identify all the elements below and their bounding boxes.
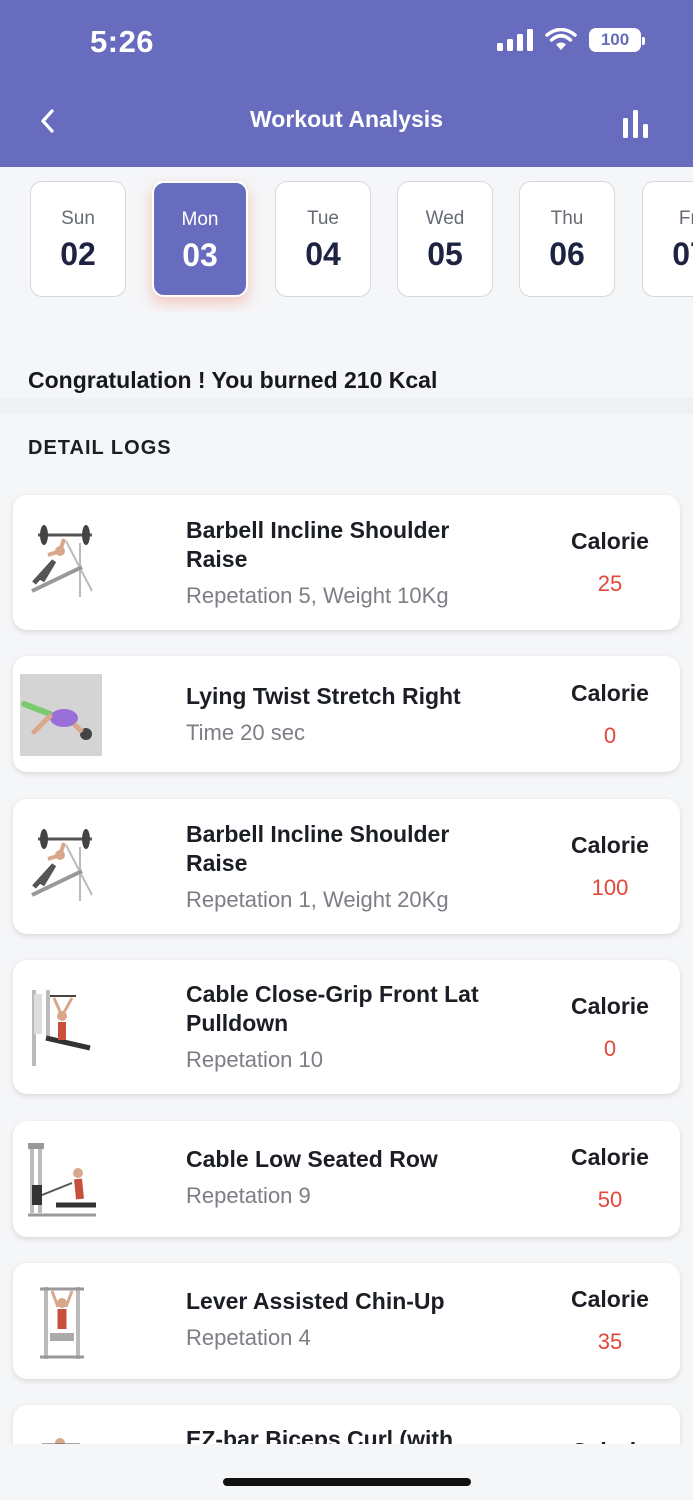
calorie-value: 100 (591, 875, 629, 900)
calorie-value: 50 (597, 1187, 623, 1212)
day-selector: Sun 02 Mon 03 Tue 04 Wed 05 Thu 06 Fri 0… (0, 167, 693, 312)
calorie-summary: Congratulation ! You burned 210 Kcal (28, 367, 438, 393)
exercise-detail: Repetation 10 (186, 1047, 323, 1072)
day-name: Sun (61, 208, 95, 229)
day-name: Fri (678, 208, 693, 229)
calorie-label: Calorie (571, 832, 649, 858)
exercise-detail: Repetation 1, Weight 20Kg (186, 887, 449, 912)
calorie-value: 25 (597, 571, 623, 596)
cellular-signal-icon (497, 29, 533, 51)
page-title: Workout Analysis (250, 106, 443, 132)
status-icons: 100 (497, 28, 645, 52)
home-bar-area (0, 1444, 693, 1500)
battery-level: 100 (600, 30, 630, 49)
log-card[interactable]: Cable Low Seated Row Repetation 9 Calori… (13, 1121, 680, 1237)
day-name: Mon (181, 209, 219, 230)
day-fri[interactable]: Fri 07 (642, 181, 693, 297)
calorie-value: 35 (597, 1329, 623, 1354)
app-header: 5:26 100 Workout Analysis (0, 0, 693, 167)
exercise-name: Barbell Incline Shoulder Raise (186, 821, 450, 876)
day-number: 07 (672, 236, 693, 272)
seated-row-icon (20, 1139, 102, 1221)
log-card[interactable]: Barbell Incline Shoulder Raise Repetatio… (13, 495, 680, 630)
wifi-icon (545, 28, 577, 50)
day-name: Wed (425, 208, 465, 229)
exercise-name: Cable Low Seated Row (186, 1146, 438, 1172)
day-number: 05 (427, 236, 463, 272)
barbell-incline-icon (20, 825, 102, 907)
battery-icon: 100 (589, 28, 645, 52)
exercise-detail: Repetation 4 (186, 1325, 311, 1350)
exercise-detail: Repetation 9 (186, 1183, 311, 1208)
log-card[interactable]: Lying Twist Stretch Right Time 20 sec Ca… (13, 656, 680, 772)
lying-twist-icon (20, 674, 102, 756)
calorie-label: Calorie (571, 528, 649, 554)
exercise-detail: Repetation 5, Weight 10Kg (186, 583, 449, 608)
chin-up-icon (20, 1281, 102, 1363)
calorie-label: Calorie (571, 680, 649, 706)
exercise-name: Lying Twist Stretch Right (186, 683, 461, 709)
section-divider (0, 398, 693, 414)
lat-pulldown-icon (20, 986, 102, 1068)
bar-chart-icon (623, 110, 648, 138)
log-card[interactable]: Barbell Incline Shoulder Raise Repetatio… (13, 799, 680, 934)
day-sun[interactable]: Sun 02 (30, 181, 126, 297)
calorie-label: Calorie (571, 993, 649, 1019)
calorie-label: Calorie (571, 1144, 649, 1170)
day-number: 06 (549, 236, 585, 272)
log-card[interactable]: Cable Close-Grip Front Lat Pulldown Repe… (13, 960, 680, 1094)
day-number: 03 (182, 237, 218, 273)
status-time: 5:26 (90, 24, 155, 59)
day-name: Tue (306, 208, 340, 229)
day-number: 02 (60, 236, 96, 272)
home-indicator[interactable] (223, 1478, 471, 1486)
calorie-label: Calorie (571, 1286, 649, 1312)
calorie-value: 0 (603, 1036, 617, 1061)
day-tue[interactable]: Tue 04 (275, 181, 371, 297)
day-number: 04 (305, 236, 341, 272)
exercise-name: Cable Close-Grip Front Lat Pulldown (186, 981, 479, 1036)
day-wed[interactable]: Wed 05 (397, 181, 493, 297)
chart-button[interactable] (621, 110, 653, 140)
section-title: DETAIL LOGS (28, 437, 172, 459)
day-name: Thu (550, 208, 584, 229)
log-card[interactable]: Lever Assisted Chin-Up Repetation 4 Calo… (13, 1263, 680, 1379)
day-thu[interactable]: Thu 06 (519, 181, 615, 297)
exercise-name: Lever Assisted Chin-Up (186, 1288, 445, 1314)
exercise-detail: Time 20 sec (186, 720, 306, 745)
calorie-value: 0 (603, 723, 617, 748)
barbell-incline-icon (20, 521, 102, 603)
day-mon-selected[interactable]: Mon 03 (152, 181, 248, 297)
exercise-name: Barbell Incline Shoulder Raise (186, 517, 450, 572)
